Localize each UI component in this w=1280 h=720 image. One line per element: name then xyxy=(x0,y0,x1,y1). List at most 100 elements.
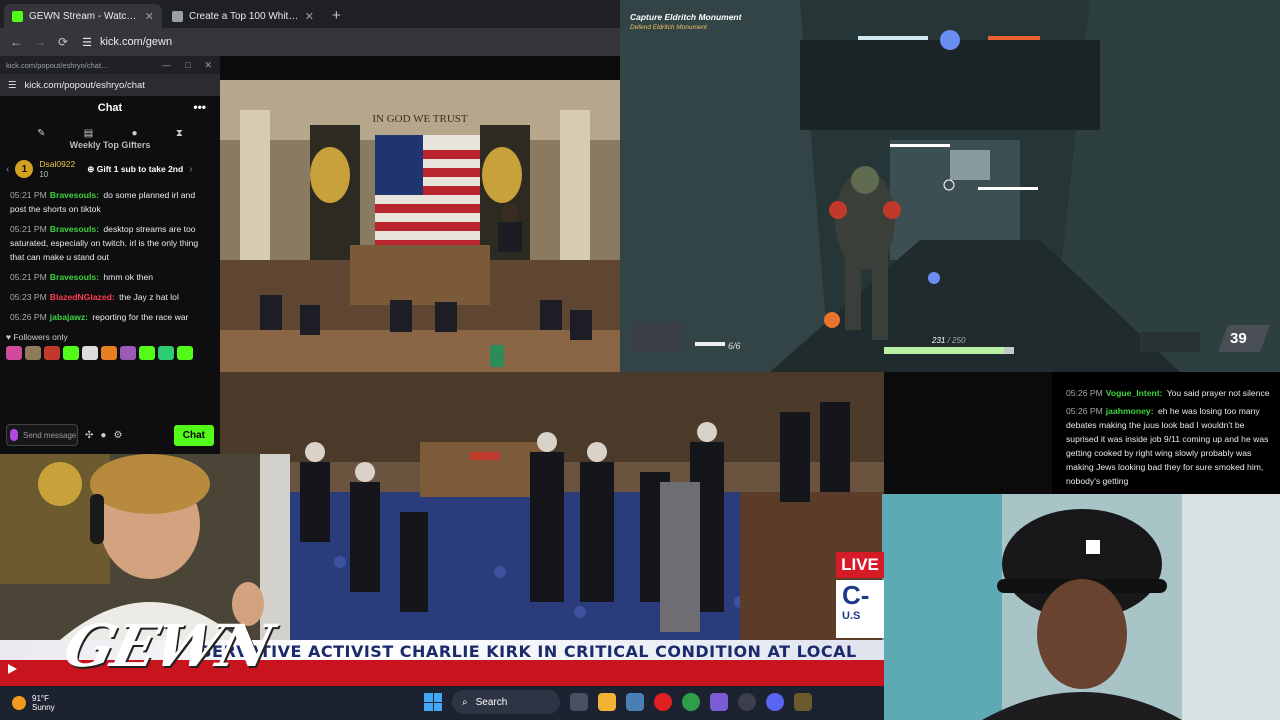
message-time: 05:26 PM xyxy=(10,312,47,322)
chat-message-input[interactable]: Send message xyxy=(6,424,78,446)
gear-icon[interactable]: ⚙ xyxy=(113,430,122,441)
send-chat-button[interactable]: Chat xyxy=(173,424,214,446)
message-user[interactable]: Bravesouls: xyxy=(50,272,99,282)
recorder-icon[interactable] xyxy=(654,693,672,711)
close-tab-icon[interactable]: ✕ xyxy=(145,10,154,23)
emote-icon[interactable] xyxy=(177,346,193,360)
chat-bubble-icon[interactable]: ● xyxy=(132,128,138,139)
windows-start-icon[interactable] xyxy=(424,693,442,711)
streamer-webcam-right xyxy=(882,494,1280,720)
message-user[interactable]: Bravesouls: xyxy=(50,190,99,200)
congress-video: IN GOD WE TRUST xyxy=(220,80,620,372)
chat-messages: 05:21 PM Bravesouls: do some planned irl … xyxy=(0,188,220,324)
popout-address-bar[interactable]: ☰ kick.com/popout/eshryo/chat xyxy=(0,74,220,96)
message-user[interactable]: BlazedNGlazed: xyxy=(50,292,115,302)
back-icon[interactable]: ← xyxy=(10,35,22,49)
emote-icon[interactable] xyxy=(158,346,174,360)
top-gifter-card: ‹ 1 Dsal0922 10 ⊕ Gift 1 sub to take 2nd… xyxy=(0,150,220,188)
message-text: eh he was losing too many debates making… xyxy=(1066,406,1269,486)
message-time: 05:21 PM xyxy=(10,272,47,282)
file-explorer-icon[interactable] xyxy=(598,693,616,711)
tab-top-100[interactable]: Create a Top 100 White People ✕ xyxy=(164,4,322,28)
chevron-right-icon[interactable]: › xyxy=(189,164,192,175)
headline-text: SERVATIVE ACTIVIST CHARLIE KIRK IN CRITI… xyxy=(200,642,857,661)
address-bar[interactable]: ☰ kick.com/gewn xyxy=(82,36,172,49)
chat-message: 05:21 PM Bravesouls: hmm ok then xyxy=(10,270,210,284)
chat-message: 05:21 PM Bravesouls: do some planned irl … xyxy=(10,188,210,216)
weather-widget[interactable]: 91°F Sunny xyxy=(12,694,55,712)
temperature: 91°F xyxy=(32,694,49,703)
live-badge: LIVE xyxy=(836,552,884,578)
tab-title: Create a Top 100 White People xyxy=(189,10,299,22)
emote-picker-icon[interactable]: ✣ xyxy=(85,430,93,441)
message-time: 05:21 PM xyxy=(10,190,47,200)
chat-bubble-icon[interactable]: ● xyxy=(100,430,106,441)
taskbar-search[interactable]: ⌕ Search xyxy=(452,690,560,714)
close-icon[interactable]: ✕ xyxy=(204,60,212,71)
screen: GEWN Stream - Watch Live ✕ Create a Top … xyxy=(0,0,1280,720)
taskbar-apps: ⌕ Search xyxy=(424,690,812,714)
emote-icon[interactable] xyxy=(6,346,22,360)
search-label: Search xyxy=(475,696,508,708)
obs-icon[interactable] xyxy=(738,693,756,711)
emote-icon[interactable] xyxy=(82,346,98,360)
emote-icon[interactable] xyxy=(120,346,136,360)
message-user[interactable]: Bravesouls: xyxy=(50,224,99,234)
site-info-icon[interactable]: ☰ xyxy=(82,36,92,49)
gewn-logo: GEWN xyxy=(57,612,279,680)
game-icon[interactable] xyxy=(794,693,812,711)
trash-icon[interactable]: ▤ xyxy=(84,128,93,139)
emote-icon[interactable] xyxy=(44,346,60,360)
play-icon[interactable] xyxy=(8,664,17,674)
kick-favicon-icon xyxy=(12,10,23,22)
weather-condition: Sunny xyxy=(32,703,55,712)
discord-icon[interactable] xyxy=(766,693,784,711)
settings-icon[interactable] xyxy=(626,693,644,711)
message-time: 05:23 PM xyxy=(10,292,47,302)
message-text: You said prayer not silence xyxy=(1166,388,1270,398)
chat-header: Chat ••• xyxy=(0,96,220,120)
search-icon: ⌕ xyxy=(462,696,468,708)
windows-taskbar: 91°F Sunny ⌕ Search xyxy=(0,686,884,720)
message-text: the Jay z hat lol xyxy=(119,292,179,302)
emote-icon[interactable] xyxy=(63,346,79,360)
chevron-left-icon[interactable]: ‹ xyxy=(6,164,9,175)
timer-icon[interactable]: ⧗ xyxy=(176,128,183,139)
emote-icon[interactable] xyxy=(25,346,41,360)
chrome-icon[interactable] xyxy=(682,693,700,711)
minimize-icon[interactable]: — xyxy=(162,60,171,71)
maximize-icon[interactable]: □ xyxy=(185,60,190,71)
app-icon[interactable] xyxy=(710,693,728,711)
close-tab-icon[interactable]: ✕ xyxy=(305,10,314,23)
microphone-icon[interactable] xyxy=(10,429,18,441)
chat-input-row: Send message ✣ ● ⚙ Chat xyxy=(0,422,220,448)
network-logo: C- U.S xyxy=(836,580,884,638)
motto-text: IN GOD WE TRUST xyxy=(372,113,468,125)
pin-icon[interactable]: ✎ xyxy=(37,128,45,139)
overlay-chat: 05:26 PM Vogue_Intent: You said prayer no… xyxy=(1052,372,1280,500)
more-options-icon[interactable]: ••• xyxy=(193,100,206,114)
network-sub: U.S xyxy=(842,610,861,622)
house-chamber-image: IN GOD WE TRUST xyxy=(220,80,620,372)
followers-only-notice: ♥ Followers only xyxy=(6,332,68,342)
gifter-name[interactable]: Dsal0922 xyxy=(39,159,75,170)
objective-subtitle: Defend Eldritch Monument xyxy=(630,24,707,31)
weekly-gifters-title: Weekly Top Gifters xyxy=(69,140,151,150)
gifter-info: Dsal0922 10 xyxy=(39,159,75,179)
site-info-icon[interactable]: ☰ xyxy=(8,80,17,91)
congress-floor-video xyxy=(220,372,884,640)
tab-gewn-stream[interactable]: GEWN Stream - Watch Live ✕ xyxy=(4,4,162,28)
ultimate-charge: 39 xyxy=(1230,330,1247,347)
gift-sub-link[interactable]: ⊕ Gift 1 sub to take 2nd xyxy=(87,164,183,175)
forward-icon[interactable]: → xyxy=(34,35,46,49)
popout-titlebar: kick.com/popout/eshryo/chat... — □ ✕ xyxy=(0,56,220,74)
new-tab-button[interactable]: + xyxy=(324,7,349,28)
chat-message: 05:26 PM Vogue_Intent: You said prayer no… xyxy=(1066,386,1270,400)
reload-icon[interactable]: ⟳ xyxy=(58,35,68,49)
game-capture: Capture Eldritch Monument Defend Eldritc… xyxy=(620,0,1280,372)
emote-icon[interactable] xyxy=(101,346,117,360)
house-floor-image xyxy=(220,372,884,640)
emote-icon[interactable] xyxy=(139,346,155,360)
task-view-icon[interactable] xyxy=(570,693,588,711)
message-user[interactable]: jabajawz: xyxy=(50,312,88,322)
